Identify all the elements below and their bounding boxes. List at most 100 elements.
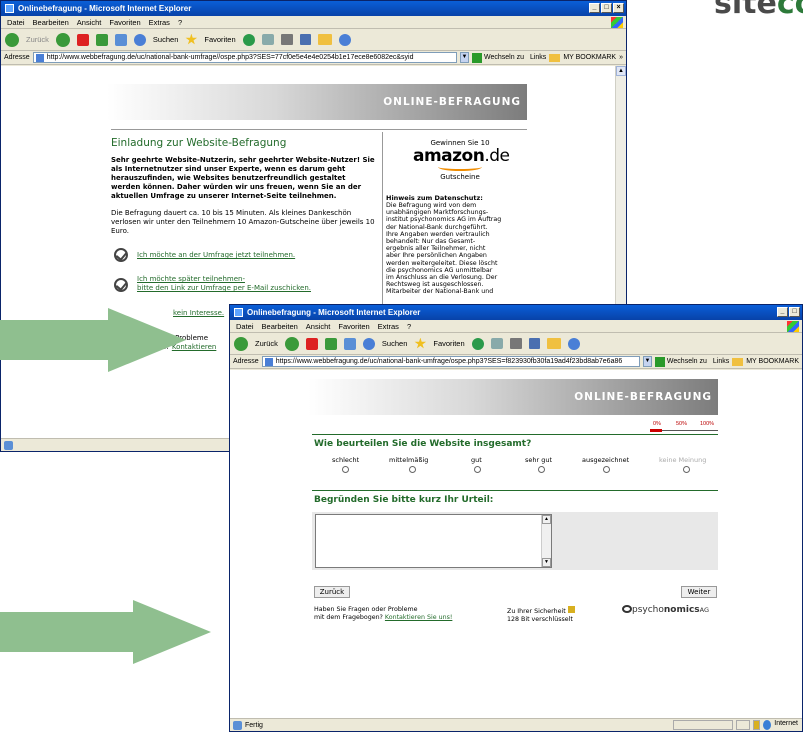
- maximize-button[interactable]: □: [601, 3, 612, 13]
- search-button[interactable]: Suchen: [153, 35, 178, 44]
- checkmark-icon: [114, 248, 128, 262]
- reason-textarea[interactable]: ▲ ▼: [315, 514, 552, 568]
- links-toolbar[interactable]: Links MY BOOKMARK»: [527, 53, 626, 62]
- refresh-icon[interactable]: [324, 337, 337, 350]
- menu-ansicht[interactable]: Ansicht: [77, 18, 102, 27]
- stop-icon[interactable]: [305, 337, 318, 350]
- address-dropdown-icon[interactable]: ▼: [642, 356, 652, 367]
- menu-bearbeiten[interactable]: Bearbeiten: [33, 18, 69, 27]
- psychonomics-logo: psychonomicsAG: [622, 605, 709, 615]
- menu-help[interactable]: ?: [407, 322, 411, 331]
- print-icon[interactable]: [509, 338, 522, 349]
- back-button[interactable]: Zurück: [26, 35, 49, 44]
- menu-datei[interactable]: Datei: [7, 18, 25, 27]
- question-reason: Begründen Sie bitte kurz Ihr Urteil:: [314, 495, 494, 505]
- address-input[interactable]: https://www.webbefragung.de/uc/national-…: [261, 356, 640, 367]
- print-icon[interactable]: [280, 34, 293, 45]
- minimize-button[interactable]: _: [777, 307, 788, 317]
- home-icon[interactable]: [343, 337, 356, 350]
- rating-radio-schlecht[interactable]: [342, 466, 349, 473]
- forward-icon[interactable]: [55, 32, 70, 47]
- scroll-up-icon[interactable]: ▲: [616, 66, 626, 76]
- go-button[interactable]: Wechseln zu: [654, 356, 707, 367]
- rating-radio-mittelmaessig[interactable]: [409, 466, 416, 473]
- status-text: Fertig: [245, 721, 263, 729]
- forward-icon[interactable]: [284, 336, 299, 351]
- zone-text: Internet: [774, 720, 798, 727]
- participate-now-link[interactable]: Ich möchte an der Umfrage jetzt teilnehm…: [137, 251, 295, 260]
- address-label: Adresse: [233, 358, 259, 365]
- menu-bearbeiten[interactable]: Bearbeiten: [262, 322, 298, 331]
- favorites-button[interactable]: Favoriten: [433, 339, 464, 348]
- menu-favoriten[interactable]: Favoriten: [109, 18, 140, 27]
- close-button[interactable]: ×: [613, 3, 624, 13]
- ie-icon: [5, 4, 14, 13]
- menu-datei[interactable]: Datei: [236, 322, 254, 331]
- go-button[interactable]: Wechseln zu: [472, 52, 524, 63]
- page-icon: [264, 357, 273, 366]
- links-toolbar[interactable]: Links MY BOOKMARK: [710, 357, 802, 366]
- menu-extras[interactable]: Extras: [378, 322, 399, 331]
- menu-favoriten[interactable]: Favoriten: [338, 322, 369, 331]
- messenger-icon[interactable]: [567, 337, 580, 350]
- back-icon[interactable]: [234, 336, 248, 351]
- rating-radio-ausgezeichnet[interactable]: [603, 466, 610, 473]
- address-input[interactable]: http://www.webbefragung.de/uc/national-b…: [32, 52, 458, 63]
- contact-link[interactable]: Kontaktieren Sie uns!: [385, 614, 452, 621]
- progress-50: 50%: [676, 421, 688, 427]
- address-bar: Adresse http://www.webbefragung.de/uc/na…: [1, 51, 626, 65]
- refresh-icon[interactable]: [95, 33, 108, 46]
- scroll-up-icon[interactable]: ▲: [542, 515, 551, 524]
- search-icon[interactable]: [362, 337, 375, 350]
- search-button[interactable]: Suchen: [382, 339, 407, 348]
- history-icon[interactable]: [242, 33, 255, 46]
- back-survey-button[interactable]: Zurück: [314, 586, 350, 598]
- psychonomics-swirl-icon: [622, 605, 632, 613]
- search-icon[interactable]: [133, 33, 146, 46]
- edit-icon[interactable]: [528, 338, 540, 349]
- page-viewport[interactable]: ONLINE-BEFRAGUNG 0% 50% 100% Wie beurtei…: [230, 370, 802, 718]
- back-button[interactable]: Zurück: [255, 339, 278, 348]
- bookmark-link[interactable]: MY BOOKMARK: [563, 54, 616, 61]
- folder-icon[interactable]: [317, 34, 332, 45]
- intro-bold-text: Sehr geehrte Website-Nutzerin, sehr geeh…: [111, 156, 375, 200]
- menu-extras[interactable]: Extras: [149, 18, 170, 27]
- messenger-icon[interactable]: [338, 33, 351, 46]
- participate-later-link[interactable]: Ich möchte später teilnehmen-bitte den L…: [137, 275, 311, 293]
- mail-icon[interactable]: [261, 34, 274, 45]
- next-survey-button[interactable]: Weiter: [681, 586, 717, 598]
- folder-icon[interactable]: [546, 338, 561, 349]
- bookmark-link[interactable]: MY BOOKMARK: [746, 358, 799, 365]
- status-bar: Fertig Internet: [230, 718, 802, 731]
- scroll-down-icon[interactable]: ▼: [542, 558, 551, 567]
- title-bar[interactable]: Onlinebefragung - Microsoft Internet Exp…: [230, 305, 802, 320]
- address-dropdown-icon[interactable]: ▼: [460, 52, 470, 63]
- menu-help[interactable]: ?: [178, 18, 182, 27]
- favorites-button[interactable]: Favoriten: [204, 35, 235, 44]
- progress-0: 0%: [653, 421, 661, 427]
- scale-label-ausgezeichnet: ausgezeichnet: [582, 456, 630, 464]
- scale-label-mittelmaessig: mittelmäßig: [389, 456, 429, 464]
- edit-icon[interactable]: [299, 34, 311, 45]
- mail-icon[interactable]: [490, 338, 503, 349]
- lock-icon: [567, 606, 575, 613]
- title-bar[interactable]: Onlinebefragung - Microsoft Internet Exp…: [1, 1, 626, 16]
- home-icon[interactable]: [114, 33, 127, 46]
- rating-radio-gut[interactable]: [474, 466, 481, 473]
- maximize-button[interactable]: □: [789, 307, 800, 317]
- favorites-star-icon[interactable]: [185, 33, 198, 45]
- internet-zone-icon: [763, 720, 772, 730]
- minimize-button[interactable]: _: [589, 3, 600, 13]
- rating-scale: schlecht mittelmäßig gut sehr gut ausgez…: [312, 456, 718, 476]
- back-icon[interactable]: [5, 32, 19, 47]
- favorites-star-icon[interactable]: [414, 337, 427, 349]
- textarea-scrollbar[interactable]: ▲ ▼: [541, 515, 551, 567]
- rating-radio-keine-meinung[interactable]: [683, 466, 690, 473]
- rating-radio-sehr-gut[interactable]: [538, 466, 545, 473]
- arrow-head: [108, 308, 186, 372]
- address-url: https://www.webbefragung.de/uc/national-…: [275, 358, 623, 365]
- page-status-icon: [4, 440, 13, 450]
- menu-ansicht[interactable]: Ansicht: [306, 322, 331, 331]
- stop-icon[interactable]: [76, 33, 89, 46]
- history-icon[interactable]: [471, 337, 484, 350]
